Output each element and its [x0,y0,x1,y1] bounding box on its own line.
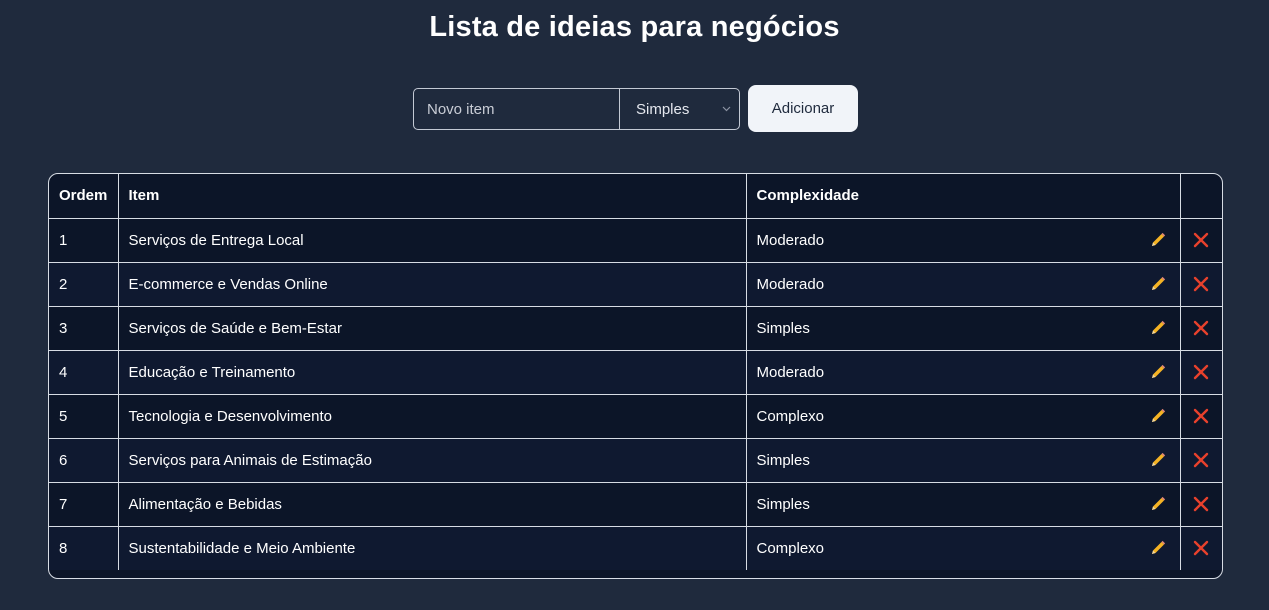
row-order: 7 [49,482,119,527]
row-order-value: 4 [59,363,68,381]
pencil-icon[interactable] [1148,318,1168,338]
cross-mark-icon[interactable] [1191,494,1211,514]
page-title: Lista de ideias para negócios [429,11,840,43]
header-order: Ordem [49,174,119,219]
row-delete-cell [1180,350,1222,395]
row-item-label: E-commerce e Vendas Online [128,275,328,293]
row-order: 5 [49,394,119,439]
cross-mark-icon[interactable] [1191,274,1211,294]
row-order: 1 [49,218,119,263]
table-row: 6 Serviços para Animais de Estimação Sim… [49,438,1222,483]
row-delete-cell [1180,262,1222,307]
row-item-label: Alimentação e Bebidas [128,495,282,513]
row-complexity-label: Simples [756,495,810,513]
row-order-value: 6 [59,451,68,469]
cross-mark-icon[interactable] [1191,362,1211,382]
pencil-icon[interactable] [1148,230,1168,250]
cross-mark-icon[interactable] [1191,538,1211,558]
row-order: 3 [49,306,119,351]
row-complexity: Complexo [746,526,1181,570]
row-item: Sustentabilidade e Meio Ambiente [118,526,747,570]
row-complexity: Moderado [746,262,1181,307]
header-complexity: Complexidade [746,174,1181,219]
row-complexity-label: Simples [756,451,810,469]
ideas-table: Ordem Item Complexidade 1 Serviços de En… [48,173,1223,579]
row-item: Serviços para Animais de Estimação [118,438,747,483]
new-item-input[interactable] [414,89,620,129]
row-complexity-label: Moderado [756,275,825,293]
row-order-value: 5 [59,407,68,425]
table-row: 5 Tecnologia e Desenvolvimento Complexo [49,394,1222,439]
row-item-label: Serviços de Entrega Local [128,231,304,249]
add-item-form: Simples [413,88,740,130]
pencil-icon[interactable] [1148,450,1168,470]
header-actions [1180,174,1222,219]
table-row: 2 E-commerce e Vendas Online Moderado [49,262,1222,307]
row-complexity: Simples [746,482,1181,527]
table-row: 3 Serviços de Saúde e Bem-Estar Simples [49,306,1222,351]
row-order-value: 8 [59,539,68,557]
row-item: Educação e Treinamento [118,350,747,395]
table-row: 8 Sustentabilidade e Meio Ambiente Compl… [49,526,1222,570]
row-delete-cell [1180,438,1222,483]
complexity-select-value: Simples [636,100,690,118]
pencil-icon[interactable] [1148,538,1168,558]
row-complexity-label: Moderado [756,363,825,381]
row-complexity: Simples [746,438,1181,483]
row-complexity: Moderado [746,218,1181,263]
row-order-value: 2 [59,275,68,293]
row-item: Serviços de Saúde e Bem-Estar [118,306,747,351]
row-order-value: 7 [59,495,68,513]
row-complexity-label: Simples [756,319,810,337]
pencil-icon[interactable] [1148,362,1168,382]
header-item: Item [118,174,747,219]
row-item-label: Serviços para Animais de Estimação [128,451,372,469]
complexity-select[interactable]: Simples [620,89,739,129]
row-order: 6 [49,438,119,483]
row-complexity-label: Complexo [756,407,825,425]
row-item-label: Sustentabilidade e Meio Ambiente [128,539,356,557]
add-button[interactable]: Adicionar [748,85,858,132]
row-item-label: Tecnologia e Desenvolvimento [128,407,332,425]
cross-mark-icon[interactable] [1191,450,1211,470]
row-order-value: 1 [59,231,68,249]
row-delete-cell [1180,218,1222,263]
cross-mark-icon[interactable] [1191,230,1211,250]
row-complexity-label: Complexo [756,539,825,557]
row-order: 2 [49,262,119,307]
row-item-label: Educação e Treinamento [128,363,296,381]
chevron-down-icon [721,104,731,114]
row-order: 4 [49,350,119,395]
row-order: 8 [49,526,119,570]
row-complexity: Complexo [746,394,1181,439]
cross-mark-icon[interactable] [1191,318,1211,338]
row-item: Alimentação e Bebidas [118,482,747,527]
row-item-label: Serviços de Saúde e Bem-Estar [128,319,342,337]
row-complexity-label: Moderado [756,231,825,249]
row-delete-cell [1180,482,1222,527]
pencil-icon[interactable] [1148,494,1168,514]
row-order-value: 3 [59,319,68,337]
row-item: Serviços de Entrega Local [118,218,747,263]
row-delete-cell [1180,394,1222,439]
row-item: E-commerce e Vendas Online [118,262,747,307]
row-complexity: Moderado [746,350,1181,395]
pencil-icon[interactable] [1148,406,1168,426]
row-item: Tecnologia e Desenvolvimento [118,394,747,439]
row-delete-cell [1180,526,1222,570]
pencil-icon[interactable] [1148,274,1168,294]
row-complexity: Simples [746,306,1181,351]
table-row: 4 Educação e Treinamento Moderado [49,350,1222,395]
row-delete-cell [1180,306,1222,351]
table-row: 1 Serviços de Entrega Local Moderado [49,218,1222,263]
table-header-row: Ordem Item Complexidade [49,174,1222,219]
table-row: 7 Alimentação e Bebidas Simples [49,482,1222,527]
cross-mark-icon[interactable] [1191,406,1211,426]
